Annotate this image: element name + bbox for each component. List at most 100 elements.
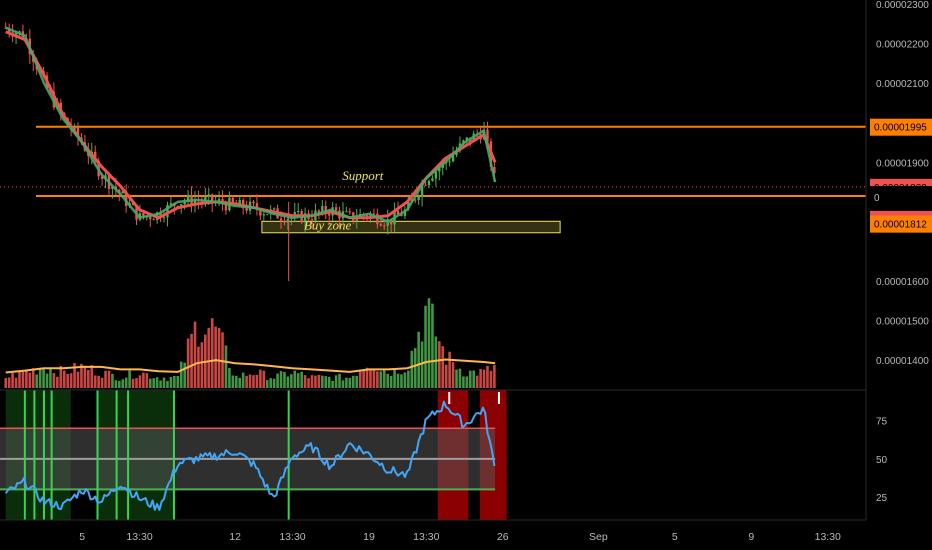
volume-bar — [458, 368, 462, 388]
volume-bar — [59, 366, 63, 388]
time-axis: 5 13:30 12 13:30 19 13:30 26 Sep 5 9 13:30 — [79, 531, 841, 543]
candle-body — [279, 218, 283, 221]
volume-bar — [25, 370, 28, 388]
volume-bar — [338, 373, 341, 388]
candle-body — [207, 194, 210, 197]
candle-body — [266, 214, 269, 216]
volume-bar — [190, 333, 193, 388]
volume-bar — [200, 342, 204, 388]
horizontal-lines — [0, 125, 866, 197]
candle-body — [427, 180, 431, 186]
volume-bar — [217, 327, 221, 388]
candle-body — [262, 214, 266, 216]
volume-bar — [31, 368, 35, 388]
time-tick-label: 13:30 — [279, 531, 305, 543]
volume-bar — [479, 368, 482, 388]
volume-bar — [252, 375, 255, 388]
price-tick-label: 0.00001600 — [876, 277, 929, 288]
volume-bar — [489, 370, 493, 388]
volume-bar — [238, 377, 242, 388]
price-badge-label: 0.00001995 — [874, 123, 927, 134]
volume-bar — [4, 378, 8, 388]
price-tick-label: 0.00002200 — [876, 40, 929, 51]
volume-bar — [369, 368, 372, 388]
volume-bar — [403, 372, 407, 388]
candle-body — [327, 213, 331, 216]
volume-bar — [290, 374, 293, 388]
volume-bar — [468, 370, 472, 388]
volume-bar — [262, 370, 266, 388]
price-badge-label: 0.00001812 — [874, 220, 927, 231]
volume-bar — [393, 368, 396, 388]
volume-bar — [279, 371, 283, 388]
candle-body — [345, 211, 348, 213]
price-badges: 0.000019950.0000183801:01:550.000018320.… — [870, 118, 932, 233]
volume-bar — [334, 375, 338, 388]
volume-bar — [420, 341, 424, 388]
volume-bar — [407, 370, 410, 388]
volume-bar — [376, 371, 379, 388]
volume-bar — [293, 370, 297, 388]
volume-bar — [486, 365, 489, 388]
time-tick-label: Sep — [589, 531, 608, 543]
volume-bar — [259, 369, 262, 388]
volume-bar — [355, 375, 359, 388]
volume-bar — [231, 375, 235, 388]
volume-bar — [424, 305, 427, 388]
volume-bar — [21, 371, 25, 388]
candlesticks — [4, 22, 496, 282]
volume-bar — [341, 380, 345, 388]
volume-bar — [155, 377, 159, 388]
price-tick-label: 0.00001400 — [876, 356, 929, 367]
time-tick-label: 19 — [363, 531, 375, 543]
volume-bar — [272, 378, 276, 388]
volume-bar — [448, 351, 451, 388]
candle-body — [424, 184, 427, 186]
volume-bar — [207, 327, 211, 388]
volume-bar — [210, 318, 214, 388]
volume-bar — [128, 370, 131, 388]
volume-bar — [455, 369, 458, 388]
volume-bar — [327, 376, 331, 388]
volume-bar — [214, 326, 217, 388]
volume-bar — [300, 371, 303, 388]
volume-bar — [475, 375, 479, 388]
support-annotation: Support — [342, 168, 384, 183]
volume-bar — [434, 336, 438, 388]
candle-body — [334, 207, 338, 211]
volume-bar — [56, 376, 59, 388]
volume-bar — [283, 371, 286, 388]
candle-body — [297, 210, 300, 213]
volume-bar — [179, 361, 183, 388]
axis-small-label: 0 — [874, 193, 880, 204]
volume-bar — [248, 374, 252, 388]
volume-bar — [66, 373, 69, 388]
volume-bar — [18, 370, 21, 388]
volume-bar — [317, 374, 321, 388]
volume-bar — [269, 378, 272, 388]
candle-body — [272, 208, 276, 210]
volume-bar — [117, 380, 121, 388]
volume-bar — [124, 377, 128, 388]
volume-bar — [142, 372, 145, 388]
candle-body — [431, 178, 434, 181]
volume-bar — [348, 377, 352, 388]
volume-bar — [197, 346, 200, 388]
volume-bar — [224, 345, 228, 388]
time-tick-label: 9 — [748, 531, 754, 543]
volume-bar — [417, 331, 420, 388]
time-tick-label: 13:30 — [413, 531, 439, 543]
volume-bar — [396, 373, 400, 388]
volume-bar — [104, 370, 107, 388]
candle-body — [448, 161, 451, 163]
volume-bar — [441, 346, 445, 388]
volume-bar — [42, 368, 45, 388]
time-tick-label: 12 — [229, 531, 241, 543]
candle-body — [379, 224, 383, 226]
volume-bar — [183, 362, 186, 388]
volume-bar — [465, 376, 469, 388]
volume-bar — [444, 364, 448, 388]
volume-bar — [241, 372, 245, 388]
volume-bar — [431, 303, 434, 388]
volume-bar — [52, 373, 56, 388]
